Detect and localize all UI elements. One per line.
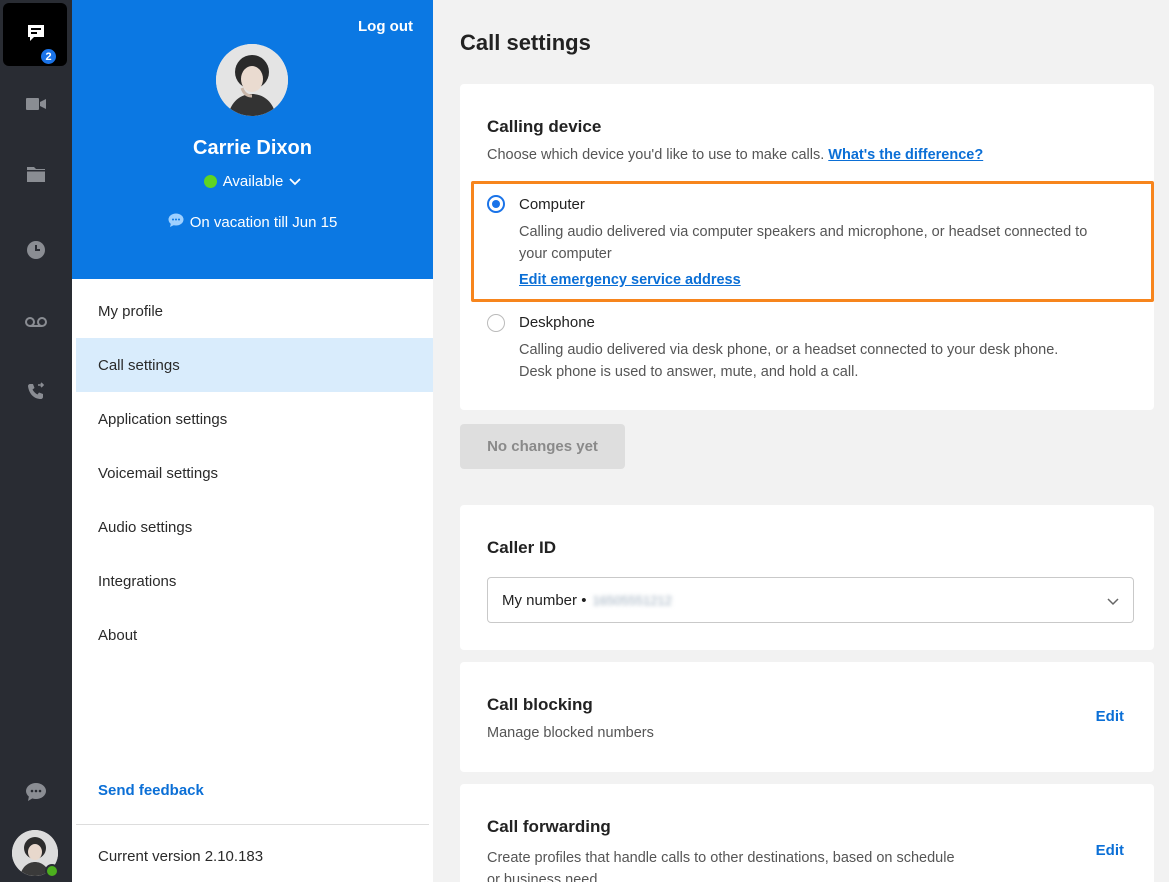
call-forwarding-description: Create profiles that handle calls to oth…: [487, 847, 955, 882]
caller-id-card: Caller ID My number • 16505551212: [460, 505, 1154, 650]
status-message[interactable]: On vacation till Jun 15: [72, 213, 433, 231]
computer-option-highlight: [471, 181, 1154, 302]
rail-files-button[interactable]: [0, 150, 72, 202]
call-forwarding-desc-line2: or business need: [487, 872, 598, 882]
profile-header: Log out Carrie Dixon Available On vacati…: [72, 0, 433, 279]
settings-side-panel: Log out Carrie Dixon Available On vacati…: [72, 0, 433, 882]
nav-call-settings[interactable]: Call settings: [76, 338, 433, 392]
person-avatar-icon: [216, 44, 288, 116]
save-changes-button[interactable]: No changes yet: [460, 424, 625, 469]
rail-history-button[interactable]: [0, 226, 72, 278]
calling-device-description-text: Choose which device you'd like to use to…: [487, 147, 825, 163]
app-rail: 2: [0, 0, 72, 882]
unread-badge: 2: [40, 48, 57, 65]
deskphone-option-description: Calling audio delivered via desk phone, …: [519, 339, 1149, 383]
nav-application-settings[interactable]: Application settings: [76, 392, 433, 446]
clock-icon: [26, 240, 46, 265]
logout-link[interactable]: Log out: [358, 18, 413, 35]
chevron-down-icon: [1107, 593, 1119, 610]
folder-icon: [26, 165, 46, 188]
deskphone-desc-line1: Calling audio delivered via desk phone, …: [519, 342, 1059, 358]
rail-chat-button[interactable]: 2: [0, 8, 72, 65]
chevron-down-icon: [289, 173, 301, 190]
call-blocking-title: Call blocking: [487, 695, 593, 714]
nav-voicemail-settings[interactable]: Voicemail settings: [76, 446, 433, 500]
caller-id-select[interactable]: My number • 16505551212: [487, 577, 1134, 623]
caller-id-number: 16505551212: [592, 592, 672, 608]
version-text: Current version 2.10.183: [98, 848, 264, 865]
call-blocking-edit-link[interactable]: Edit: [1096, 708, 1124, 725]
caller-id-select-label: My number •: [502, 591, 587, 609]
caller-id-title: Caller ID: [487, 538, 556, 557]
rail-feedback-button[interactable]: [0, 768, 72, 820]
deskphone-radio[interactable]: [487, 314, 505, 332]
chat-icon: [25, 22, 47, 49]
profile-avatar[interactable]: [216, 44, 288, 116]
nav-about[interactable]: About: [76, 608, 433, 662]
whats-the-difference-link[interactable]: What's the difference?: [828, 147, 983, 163]
presence-selector[interactable]: Available: [72, 173, 433, 190]
calling-device-title: Calling device: [487, 117, 602, 136]
speech-bubble-icon: [168, 213, 184, 231]
rail-video-button[interactable]: [0, 80, 72, 132]
voicemail-icon: [25, 315, 47, 333]
main-content: Call settings Calling device Choose whic…: [433, 0, 1169, 882]
user-name: Carrie Dixon: [193, 137, 312, 159]
page-title: Call settings: [460, 30, 591, 55]
feedback-chat-icon: [25, 782, 47, 807]
video-icon: [25, 96, 47, 117]
call-blocking-card: Call blocking Manage blocked numbers Edi…: [460, 662, 1154, 772]
deskphone-desc-line2: Desk phone is used to answer, mute, and …: [519, 364, 859, 380]
rail-voicemail-button[interactable]: [0, 298, 72, 350]
call-blocking-description: Manage blocked numbers: [487, 725, 654, 741]
rail-phone-button[interactable]: [0, 368, 72, 420]
presence-label: Available: [222, 173, 284, 190]
send-feedback-link[interactable]: Send feedback: [98, 782, 204, 799]
divider: [76, 824, 429, 825]
calling-device-description: Choose which device you'd like to use to…: [487, 147, 983, 163]
deskphone-option-label[interactable]: Deskphone: [519, 314, 595, 331]
available-dot-icon: [203, 175, 217, 188]
presence-dot: [45, 864, 59, 878]
nav-my-profile[interactable]: My profile: [76, 284, 433, 338]
call-forwarding-edit-link[interactable]: Edit: [1096, 842, 1124, 859]
status-text: On vacation till Jun 15: [189, 213, 338, 231]
nav-integrations[interactable]: Integrations: [76, 554, 433, 608]
call-forwarding-card: Call forwarding Create profiles that han…: [460, 784, 1154, 882]
nav-audio-settings[interactable]: Audio settings: [76, 500, 433, 554]
phone-icon: [26, 381, 46, 407]
call-forwarding-desc-line1: Create profiles that handle calls to oth…: [487, 850, 955, 866]
call-forwarding-title: Call forwarding: [487, 817, 611, 836]
